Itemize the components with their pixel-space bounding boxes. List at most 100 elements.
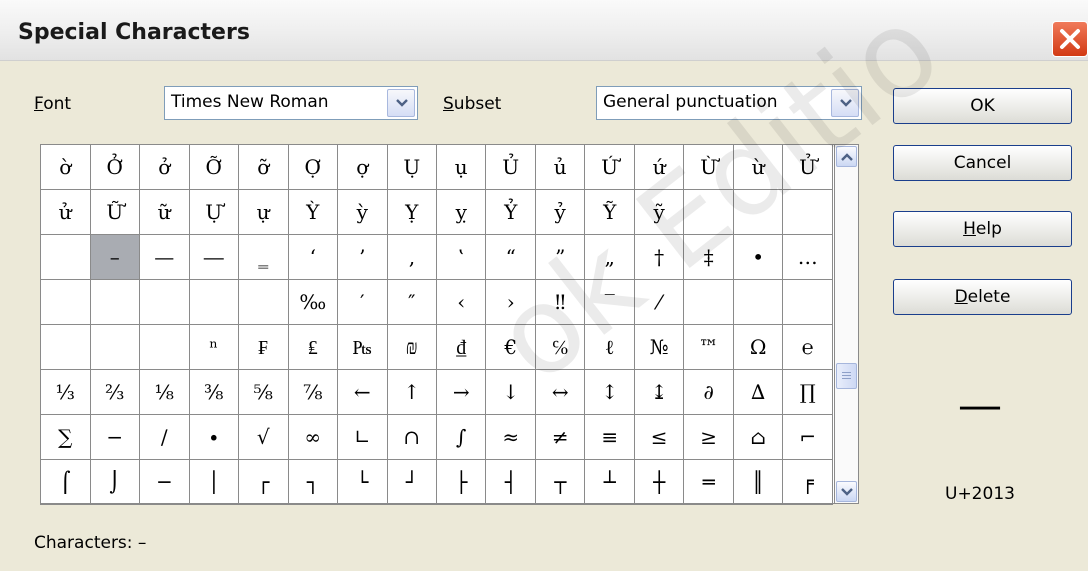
char-cell[interactable]: ‡: [683, 234, 734, 280]
char-cell[interactable]: ∏: [782, 369, 833, 415]
char-cell[interactable]: [40, 324, 91, 370]
char-cell[interactable]: ℅: [534, 324, 586, 370]
close-button[interactable]: [1052, 21, 1088, 57]
char-cell[interactable]: –: [89, 234, 140, 280]
char-cell[interactable]: −: [89, 414, 140, 460]
char-cell[interactable]: Ỳ: [287, 189, 339, 235]
char-cell[interactable]: ⅓: [40, 369, 91, 415]
char-cell[interactable]: ├: [435, 459, 487, 505]
char-cell[interactable]: [732, 189, 784, 235]
char-cell[interactable]: Ữ: [89, 189, 140, 235]
char-cell[interactable]: Ự: [188, 189, 239, 235]
char-cell[interactable]: ⅞: [287, 369, 339, 415]
char-cell[interactable]: „: [584, 234, 635, 280]
char-cell[interactable]: ⅝: [238, 369, 289, 415]
char-cell[interactable]: ứ: [633, 144, 685, 190]
char-cell[interactable]: ∆: [732, 369, 784, 415]
char-cell[interactable]: ở: [139, 144, 190, 190]
char-cell[interactable]: ║: [732, 459, 784, 505]
char-cell[interactable]: €: [485, 324, 536, 370]
char-cell[interactable]: ỷ: [534, 189, 586, 235]
char-cell[interactable]: [188, 279, 239, 325]
char-cell[interactable]: ╒: [782, 459, 833, 505]
char-cell[interactable]: Ω: [732, 324, 784, 370]
char-cell[interactable]: ∞: [287, 414, 339, 460]
char-cell[interactable]: “: [485, 234, 536, 280]
char-cell[interactable]: [40, 279, 91, 325]
char-cell[interactable]: ↔: [534, 369, 586, 415]
char-cell[interactable]: ỹ: [633, 189, 685, 235]
char-cell[interactable]: ₪: [386, 324, 438, 370]
char-cell[interactable]: ử: [40, 189, 91, 235]
char-cell[interactable]: ≠: [534, 414, 586, 460]
char-cell[interactable]: [683, 189, 734, 235]
char-cell[interactable]: ‼: [534, 279, 586, 325]
char-cell[interactable]: ℓ: [584, 324, 635, 370]
char-cell[interactable]: ₧: [337, 324, 388, 370]
char-cell[interactable]: ∫: [435, 414, 487, 460]
char-cell[interactable]: ”: [534, 234, 586, 280]
char-cell[interactable]: ợ: [337, 144, 388, 190]
char-cell[interactable]: ỵ: [435, 189, 487, 235]
char-cell[interactable]: ‗: [238, 234, 289, 280]
char-cell[interactable]: ⌡: [89, 459, 140, 505]
char-cell[interactable]: ₤: [287, 324, 339, 370]
subset-select[interactable]: General punctuation: [596, 86, 862, 120]
help-button[interactable]: Help: [893, 211, 1072, 247]
delete-button[interactable]: Delete: [893, 279, 1072, 315]
char-cell[interactable]: ℮: [782, 324, 833, 370]
char-cell[interactable]: ⅜: [188, 369, 239, 415]
char-cell[interactable]: [139, 324, 190, 370]
char-cell[interactable]: ›: [485, 279, 536, 325]
char-cell[interactable]: ỡ: [238, 144, 289, 190]
grid-scrollbar[interactable]: [835, 144, 859, 504]
char-cell[interactable]: ’: [337, 234, 388, 280]
char-cell[interactable]: ự: [238, 189, 289, 235]
char-cell[interactable]: ≤: [633, 414, 685, 460]
char-cell[interactable]: ′: [337, 279, 388, 325]
char-cell[interactable]: ┘: [386, 459, 438, 505]
char-cell[interactable]: √: [238, 414, 289, 460]
font-dropdown-button[interactable]: [387, 89, 415, 117]
char-cell[interactable]: ∙: [188, 414, 239, 460]
char-cell[interactable]: Ợ: [287, 144, 339, 190]
char-cell[interactable]: Ỡ: [188, 144, 239, 190]
char-cell[interactable]: ↑: [386, 369, 438, 415]
char-cell[interactable]: ∟: [337, 414, 388, 460]
scroll-down-button[interactable]: [836, 481, 857, 502]
char-cell[interactable]: ‛: [435, 234, 487, 280]
char-cell[interactable]: ⅔: [89, 369, 140, 415]
char-cell[interactable]: ‘: [287, 234, 339, 280]
char-cell[interactable]: ―: [188, 234, 239, 280]
char-cell[interactable]: [732, 279, 784, 325]
char-cell[interactable]: ═: [683, 459, 734, 505]
char-cell[interactable]: ≡: [584, 414, 635, 460]
char-cell[interactable]: ≈: [485, 414, 536, 460]
char-cell[interactable]: ∂: [683, 369, 734, 415]
char-cell[interactable]: †: [633, 234, 685, 280]
char-cell[interactable]: Ở: [89, 144, 140, 190]
char-cell[interactable]: Ỹ: [584, 189, 635, 235]
char-cell[interactable]: ┤: [485, 459, 536, 505]
char-cell[interactable]: └: [337, 459, 388, 505]
ok-button[interactable]: OK: [893, 88, 1072, 124]
char-cell[interactable]: ‾: [584, 279, 635, 325]
subset-dropdown-button[interactable]: [831, 89, 859, 117]
char-cell[interactable]: ↕: [584, 369, 635, 415]
char-cell[interactable]: │: [188, 459, 239, 505]
char-cell[interactable]: Ỷ: [485, 189, 536, 235]
char-cell[interactable]: ⌠: [40, 459, 91, 505]
char-cell[interactable]: ≥: [683, 414, 734, 460]
char-cell[interactable]: ←: [337, 369, 388, 415]
char-cell[interactable]: ┬: [534, 459, 586, 505]
char-cell[interactable]: Ừ: [683, 144, 734, 190]
char-cell[interactable]: ″: [386, 279, 438, 325]
char-cell[interactable]: ‰: [287, 279, 339, 325]
char-cell[interactable]: ┐: [287, 459, 339, 505]
char-cell[interactable]: ⌐: [782, 414, 833, 460]
char-cell[interactable]: …: [782, 234, 833, 280]
char-cell[interactable]: ừ: [732, 144, 784, 190]
char-cell[interactable]: →: [435, 369, 487, 415]
char-cell[interactable]: ↓: [485, 369, 536, 415]
char-cell[interactable]: ┴: [584, 459, 635, 505]
